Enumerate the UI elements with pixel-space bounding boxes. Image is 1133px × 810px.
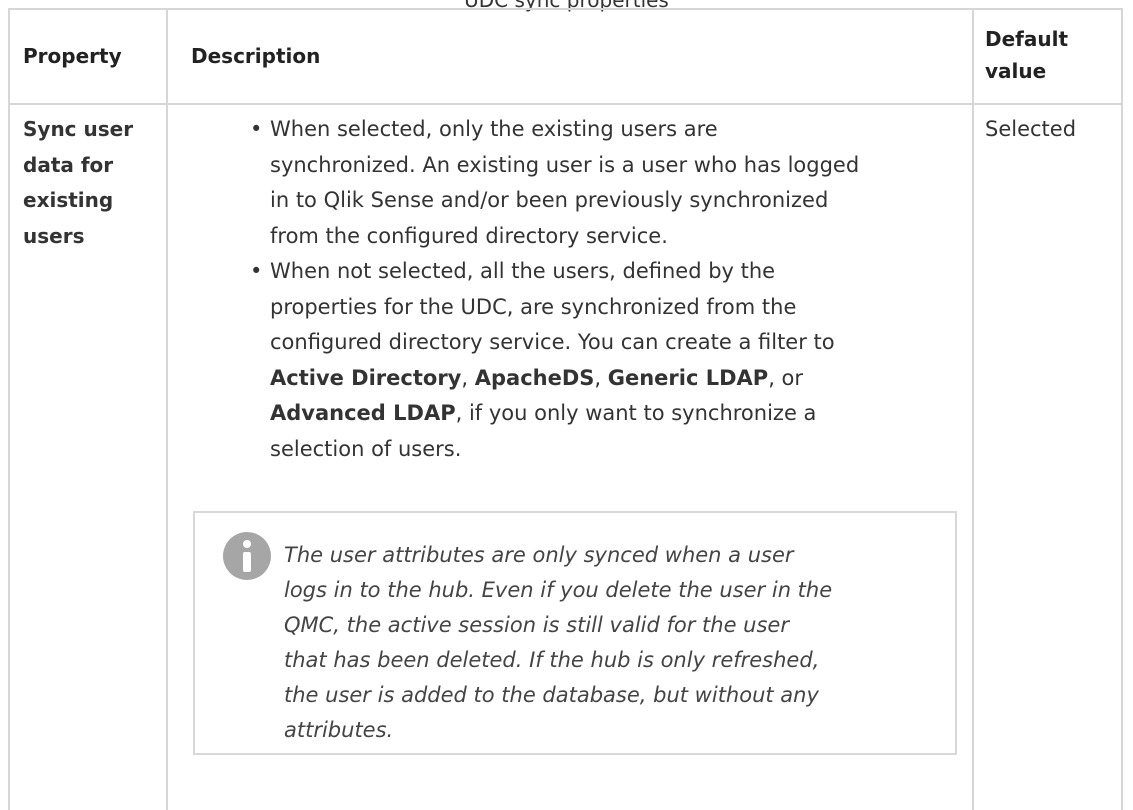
bullet-line-rest: , if you only want to synchronize a	[455, 401, 817, 425]
description-bullet-list: • When selected, only the existing users…	[250, 112, 960, 467]
separator: ,	[594, 365, 608, 390]
link-active-directory: Active Directory	[270, 365, 462, 390]
property-name-line: users	[23, 223, 85, 248]
header-default-value: Default value	[985, 23, 1068, 87]
note-line: The user attributes are only synced when…	[284, 543, 794, 567]
bullet-line: properties for the UDC, are synchronized…	[270, 294, 797, 319]
note-line: the user is added to the database, but w…	[284, 683, 819, 707]
header-description: Description	[191, 44, 321, 68]
bullet-line: selection of users.	[270, 436, 462, 461]
description-bullet-2: • When not selected, all the users, defi…	[250, 254, 960, 467]
info-icon	[223, 532, 271, 580]
bullet-line: When not selected, all the users, define…	[270, 259, 776, 283]
note-line: that has been deleted. If the hub is onl…	[284, 648, 820, 672]
table-border-right	[1121, 10, 1123, 810]
property-name: Sync user data for existing users	[23, 112, 133, 254]
table-border-left	[8, 10, 10, 810]
bullet-line: from the configured directory service.	[270, 223, 668, 248]
info-note: The user attributes are only synced when…	[193, 511, 957, 755]
property-name-line: data for	[23, 152, 114, 177]
column-divider-1	[166, 10, 168, 810]
separator: , or	[768, 365, 804, 390]
header-default-value-line1: Default	[985, 27, 1069, 51]
bullet-dot-icon: •	[250, 259, 263, 283]
note-text: The user attributes are only synced when…	[284, 538, 946, 748]
bullet-line: configured directory service. You can cr…	[270, 330, 835, 354]
bullet-line-advanced-ldap: Advanced LDAP, if you only want to synch…	[270, 396, 960, 432]
header-divider	[8, 103, 1123, 105]
link-generic-ldap: Generic LDAP	[607, 365, 769, 390]
header-property: Property	[23, 44, 122, 68]
description-bullet-1: • When selected, only the existing users…	[250, 112, 960, 254]
bullet-dot-icon: •	[250, 117, 263, 141]
link-apacheds: ApacheDS	[474, 365, 595, 390]
property-description: • When selected, only the existing users…	[250, 112, 960, 467]
note-line: QMC, the active session is still valid f…	[284, 613, 789, 637]
property-name-line: existing	[23, 188, 114, 212]
bullet-line-directory-types: Active Directory, ApacheDS, Generic LDAP…	[270, 361, 960, 397]
column-divider-2	[972, 10, 974, 810]
property-name-line: Sync user	[23, 117, 134, 141]
note-line: logs in to the hub. Even if you delete t…	[284, 578, 833, 602]
bullet-line: in to Qlik Sense and/or been previously …	[270, 188, 829, 212]
properties-table: Property Description Default value Sync …	[8, 8, 1123, 810]
header-default-value-line2: value	[985, 59, 1047, 83]
bullet-line: When selected, only the existing users a…	[270, 117, 718, 141]
separator: ,	[461, 365, 475, 390]
default-value: Selected	[985, 117, 1077, 141]
note-line: attributes.	[284, 718, 394, 742]
link-advanced-ldap: Advanced LDAP	[270, 401, 456, 425]
bullet-line: synchronized. An existing user is a user…	[270, 152, 860, 177]
